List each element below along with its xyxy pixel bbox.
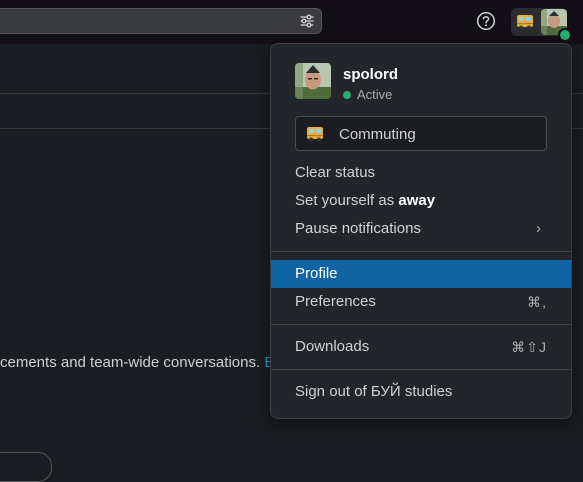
divider <box>271 324 571 325</box>
downloads-item[interactable]: Downloads ⌘⇧J <box>271 333 571 361</box>
divider <box>271 369 571 370</box>
profile-label: Profile <box>295 265 338 282</box>
background-button[interactable] <box>0 452 52 482</box>
downloads-shortcut: ⌘⇧J <box>511 339 547 355</box>
sign-out-label: Sign out of БУЙ studies <box>295 383 453 400</box>
clear-status-label: Clear status <box>295 164 376 181</box>
profile-item[interactable]: Profile <box>271 260 571 288</box>
help-circle-icon[interactable] <box>476 11 496 31</box>
top-bar <box>0 0 583 44</box>
presence-indicator <box>558 28 572 42</box>
pause-notifications-item[interactable]: Pause notifications › <box>271 215 571 243</box>
search-input[interactable] <box>0 8 322 34</box>
set-away-label: Set yourself as <box>295 192 399 209</box>
username: spolord <box>343 66 398 83</box>
bus-emoji-icon <box>307 127 323 142</box>
presence-label: Active <box>357 87 393 102</box>
downloads-label: Downloads <box>295 338 370 355</box>
pause-notifications-label: Pause notifications <box>295 220 421 237</box>
channel-description: cements and team-wide conversations. Ed <box>0 354 283 371</box>
avatar <box>295 63 331 99</box>
presence-status: Active <box>343 87 392 102</box>
user-menu: spolord Active Commuting Clear status Se… <box>270 43 572 419</box>
chevron-right-icon: › <box>536 220 541 237</box>
sign-out-item[interactable]: Sign out of БУЙ studies <box>271 378 571 406</box>
set-away-bold: away <box>398 192 436 209</box>
preferences-item[interactable]: Preferences ⌘, <box>271 288 571 316</box>
status-field[interactable]: Commuting <box>295 116 547 151</box>
channel-description-text: cements and team-wide conversations. <box>0 354 261 371</box>
bus-emoji-icon <box>517 15 533 30</box>
divider <box>271 251 571 252</box>
clear-status-item[interactable]: Clear status <box>271 159 571 187</box>
preferences-shortcut: ⌘, <box>527 294 547 310</box>
active-dot-icon <box>343 91 351 99</box>
status-text: Commuting <box>339 126 416 143</box>
preferences-label: Preferences <box>295 293 376 310</box>
sliders-icon[interactable] <box>299 13 315 29</box>
set-away-item[interactable]: Set yourself as away <box>271 187 571 215</box>
